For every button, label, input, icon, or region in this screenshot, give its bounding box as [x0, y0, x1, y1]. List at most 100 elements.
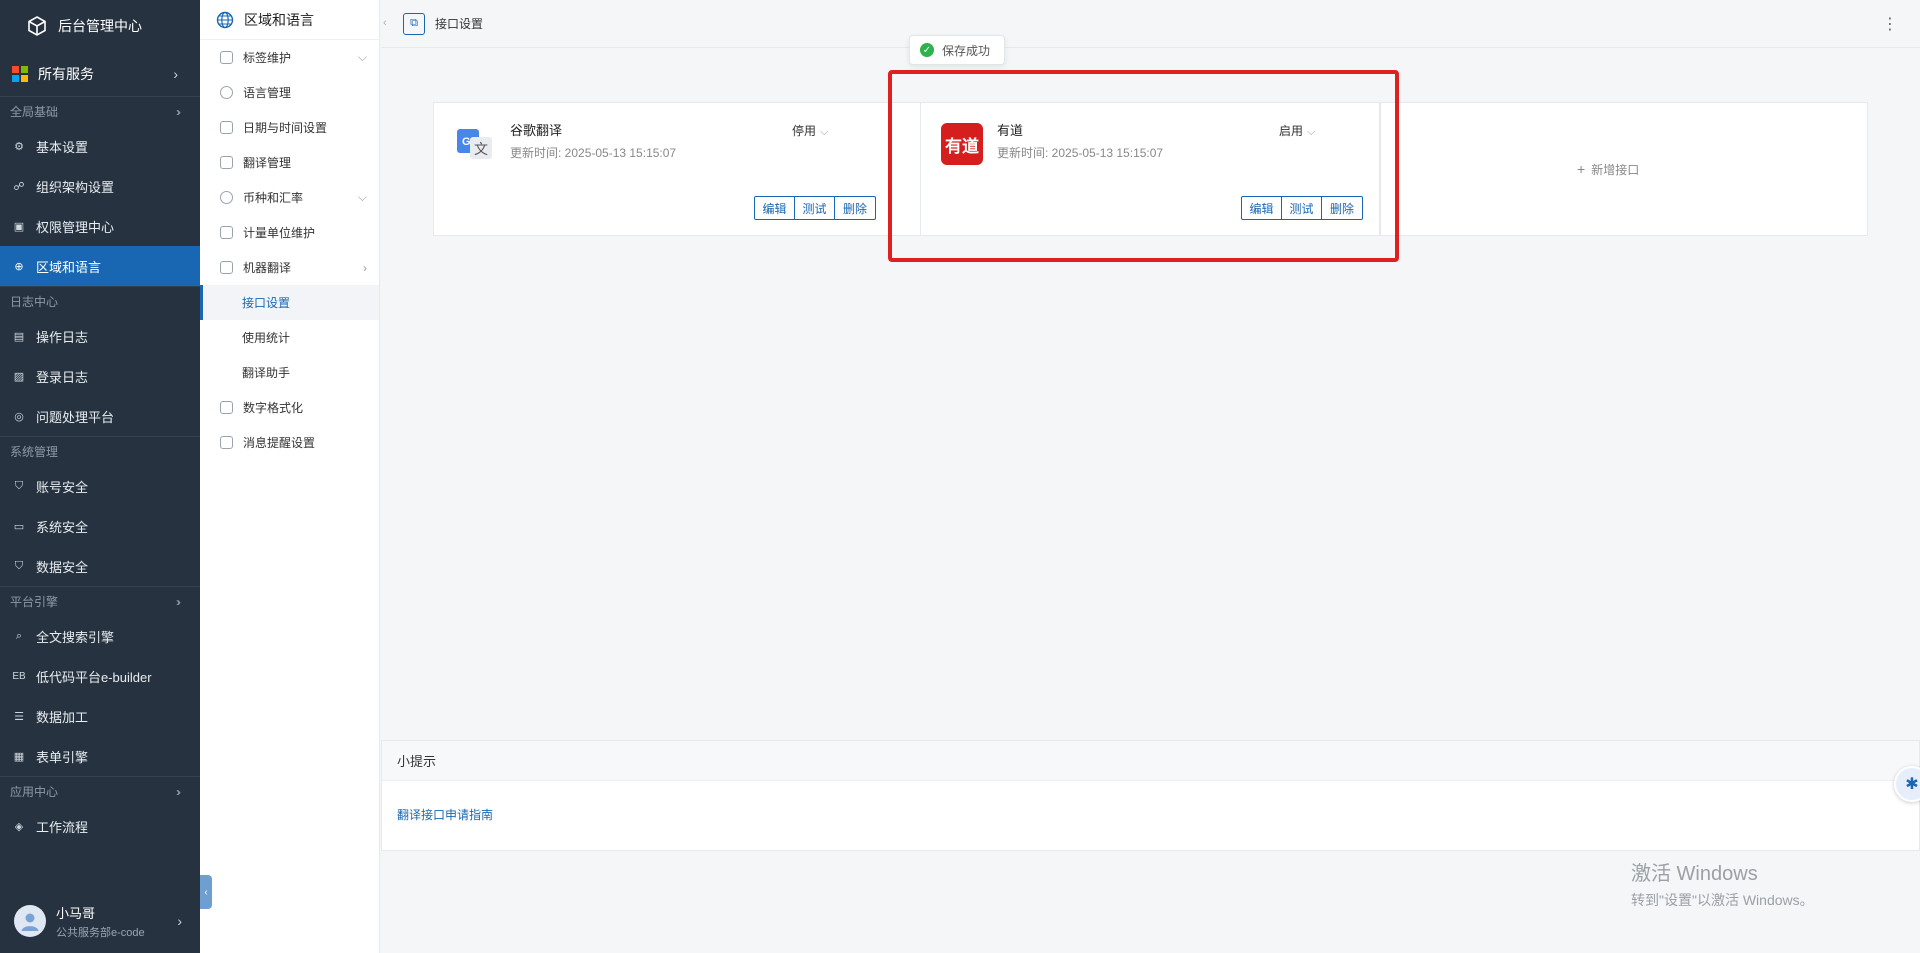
- brand[interactable]: 后台管理中心: [0, 0, 200, 52]
- card-name: 谷歌翻译: [510, 123, 563, 138]
- submenu-label: 使用统计: [242, 331, 291, 345]
- nav-permissions[interactable]: ▣ 权限管理中心: [0, 206, 200, 246]
- submenu-usage-stats[interactable]: 使用统计: [200, 320, 379, 355]
- nav-org-structure[interactable]: ☍ 组织架构设置: [0, 166, 200, 206]
- nav-operation-log[interactable]: ▤ 操作日志: [0, 316, 200, 356]
- nav-system-security[interactable]: ▭ 系统安全: [0, 506, 200, 546]
- shield-check-icon: ⛉: [14, 559, 24, 572]
- page-header: ‹ ⧉ 接口设置 ⋮: [381, 0, 1920, 48]
- edit-button[interactable]: 编辑: [755, 197, 795, 219]
- submenu-label: 机器翻译: [243, 261, 292, 275]
- nav-fulltext-search[interactable]: ⌕ 全文搜索引擎: [0, 616, 200, 656]
- chevron-right-icon: ›: [363, 260, 367, 275]
- group-apps[interactable]: 应用中心 ››: [0, 776, 200, 806]
- group-engine[interactable]: 平台引擎 ››: [0, 586, 200, 616]
- search-icon: ⌕: [15, 629, 23, 642]
- submenu-message-reminder[interactable]: 消息提醒设置: [200, 425, 379, 460]
- robot-icon: [220, 261, 233, 274]
- nav-label: 组织架构设置: [36, 179, 115, 195]
- guide-link[interactable]: 翻译接口申请指南: [397, 806, 493, 823]
- watermark-line2: 转到"设置"以激活 Windows。: [1631, 892, 1814, 908]
- apps-grid-icon: [12, 66, 28, 82]
- nav-basic-settings[interactable]: ⚙ 基本设置: [0, 126, 200, 166]
- globe-icon: [216, 11, 234, 28]
- planet-icon: ◎: [14, 410, 24, 423]
- nav-issue-platform[interactable]: ◎ 问题处理平台: [0, 396, 200, 436]
- nav-label: 系统安全: [36, 519, 89, 535]
- nav-label: 账号安全: [36, 479, 89, 495]
- chevron-down-icon: ⌵: [820, 126, 829, 138]
- status-label: 停用: [792, 124, 817, 138]
- submenu-machine-translation[interactable]: 机器翻译 ›: [200, 250, 379, 285]
- submenu-language-management[interactable]: 语言管理: [200, 75, 379, 110]
- form-icon: ▦: [13, 750, 25, 763]
- card-actions: 编辑 测试 删除: [754, 196, 876, 220]
- submenu-datetime[interactable]: 日期与时间设置: [200, 110, 379, 145]
- nav-login-log[interactable]: ▨ 登录日志: [0, 356, 200, 396]
- language-icon: [220, 86, 233, 99]
- check-circle-icon: ✓: [920, 43, 934, 57]
- submenu-translation-assistant[interactable]: 翻译助手: [200, 355, 379, 390]
- group-label: 应用中心: [10, 785, 59, 799]
- nav-label: 表单引擎: [36, 749, 89, 765]
- group-system[interactable]: 系统管理: [0, 436, 200, 466]
- status-dropdown[interactable]: 停用 ⌵: [792, 122, 828, 139]
- group-label: 全局基础: [10, 105, 59, 119]
- submenu-units[interactable]: 计量单位维护: [200, 215, 379, 250]
- submenu-tag-maintenance[interactable]: 标签维护 ⌵: [200, 40, 379, 75]
- avatar: [14, 905, 46, 937]
- collapse-menu-handle[interactable]: ‹: [200, 875, 212, 909]
- submenu-number-format[interactable]: 数字格式化: [200, 390, 379, 425]
- svg-text:G: G: [462, 136, 471, 148]
- main-sidebar: 后台管理中心 所有服务 › 全局基础 ›› ⚙ 基本设置 ☍ 组织架构设置 ▣ 权限管理…: [0, 0, 200, 953]
- test-button[interactable]: 测试: [795, 197, 835, 219]
- submenu-currency[interactable]: 币种和汇率 ⌵: [200, 180, 379, 215]
- bug-icon: ✱: [1905, 776, 1919, 793]
- nav-workflow[interactable]: ◈ 工作流程: [0, 806, 200, 846]
- add-interface-button[interactable]: + 新增接口: [1577, 161, 1639, 178]
- google-translate-icon: G文: [454, 123, 496, 165]
- nav-lowcode[interactable]: EB 低代码平台e-builder: [0, 656, 200, 696]
- group-label: 系统管理: [10, 445, 59, 459]
- group-global[interactable]: 全局基础 ››: [0, 96, 200, 126]
- nav-label: 低代码平台e-builder: [36, 669, 152, 685]
- watermark-line1: 激活 Windows: [1631, 863, 1758, 885]
- submenu-label: 翻译助手: [242, 366, 291, 380]
- group-label: 日志中心: [10, 295, 59, 309]
- nav-label: 操作日志: [36, 329, 89, 345]
- id-card-icon: ▣: [13, 220, 25, 233]
- plus-icon: +: [1577, 161, 1586, 177]
- group-label: 平台引擎: [10, 595, 59, 609]
- cube-logo-icon: [26, 15, 48, 37]
- double-chevron-icon: ››: [176, 784, 181, 799]
- add-interface-card[interactable]: + 新增接口: [1380, 103, 1868, 235]
- secondary-menu: 区域和语言 标签维护 ⌵ 语言管理 日期与时间设置 翻译管理 币种和汇率 ⌵ 计量单…: [200, 0, 380, 953]
- shield-icon: ⛉: [14, 479, 24, 492]
- collapse-arrow-icon[interactable]: ‹: [383, 17, 387, 29]
- tag-icon: [220, 51, 233, 64]
- currency-icon: [220, 191, 233, 204]
- ruler-icon: [220, 226, 233, 239]
- submenu-translation-management[interactable]: 翻译管理: [200, 145, 379, 180]
- tips-panel: 小提示 翻译接口申请指南: [381, 740, 1920, 851]
- nav-data-security[interactable]: ⛉ 数据安全: [0, 546, 200, 586]
- group-logs[interactable]: 日志中心: [0, 286, 200, 316]
- nav-data-processing[interactable]: ☰ 数据加工: [0, 696, 200, 736]
- red-highlight-box: [888, 70, 1399, 262]
- more-options-icon[interactable]: ⋮: [1882, 14, 1898, 34]
- nav-label: 基本设置: [36, 139, 89, 155]
- calendar-icon: [220, 121, 233, 134]
- user-profile[interactable]: 小马哥 公共服务部e-code ›: [0, 889, 200, 953]
- chevron-down-icon: ⌵: [357, 190, 367, 204]
- nav-account-security[interactable]: ⛉ 账号安全: [0, 466, 200, 506]
- main-content: ‹ ⧉ 接口设置 ⋮ ✓ 保存成功 G文 谷歌翻译 更新时间: 2025-05-…: [381, 0, 1920, 953]
- all-services[interactable]: 所有服务 ›: [0, 52, 200, 96]
- gear-icon: ⚙: [14, 140, 24, 153]
- delete-button[interactable]: 删除: [835, 197, 875, 219]
- nav-form-engine[interactable]: ▦ 表单引擎: [0, 736, 200, 776]
- submenu-interface-settings[interactable]: 接口设置: [200, 285, 379, 320]
- nav-region-language[interactable]: ⊕ 区域和语言: [0, 246, 200, 286]
- page-title: 接口设置: [435, 17, 484, 31]
- submenu-header: 区域和语言: [200, 0, 379, 40]
- database-icon: ☰: [14, 710, 24, 723]
